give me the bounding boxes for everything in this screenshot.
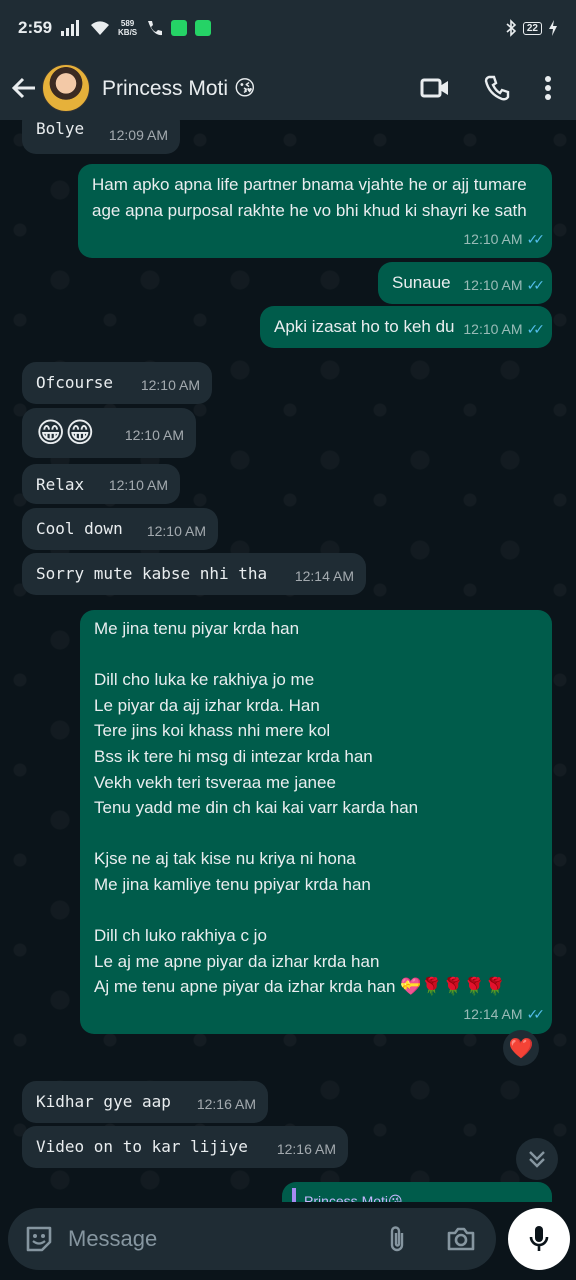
message-text: Ham apko apna life partner bnama vjahte …	[92, 175, 527, 220]
status-bar: 2:59 589 KB/S 22	[0, 0, 576, 56]
message-outgoing-reply[interactable]: Princess Moti😘	[282, 1182, 552, 1202]
contact-name-text: Princess Moti	[102, 76, 229, 100]
camera-icon[interactable]	[446, 1226, 476, 1252]
message-incoming[interactable]: Relax 12:10 AM	[22, 464, 180, 504]
wifi-icon	[91, 21, 110, 35]
message-text: Video on to kar lijiye	[36, 1137, 248, 1156]
message-time: 12:10 AM	[124, 427, 184, 443]
message-time: 12:10 AM ✓✓	[463, 316, 546, 342]
microphone-icon	[529, 1226, 549, 1251]
message-outgoing[interactable]: Sunaue 12:10 AM ✓✓	[378, 262, 552, 304]
video-call-icon[interactable]	[420, 77, 450, 99]
message-incoming[interactable]: Ofcourse 12:10 AM	[22, 362, 212, 404]
attach-icon[interactable]	[386, 1224, 408, 1254]
message-time: 12:09 AM	[108, 127, 168, 143]
message-input[interactable]	[68, 1226, 368, 1252]
back-button[interactable]	[10, 68, 38, 108]
double-chevron-down-icon	[529, 1151, 545, 1168]
message-time: 12:14 AM ✓✓	[463, 1002, 546, 1028]
message-text: Apki izasat ho to keh du	[274, 317, 455, 336]
read-ticks-icon: ✓✓	[526, 321, 546, 337]
message-time: 12:10 AM ✓✓	[463, 272, 546, 298]
scroll-to-bottom-button[interactable]	[516, 1138, 558, 1180]
quoted-reply: Princess Moti😘	[292, 1188, 542, 1202]
message-incoming[interactable]: Video on to kar lijiye 12:16 AM	[22, 1126, 348, 1168]
message-text: Me jina tenu piyar krda han Dill cho luk…	[94, 619, 507, 997]
back-arrow-icon	[11, 77, 35, 99]
charging-icon	[549, 20, 557, 36]
whatsapp-notification-icon	[171, 20, 188, 36]
message-emoji: 😁😁	[36, 417, 95, 448]
message-time: 12:16 AM	[196, 1096, 256, 1112]
voice-message-button[interactable]	[508, 1208, 570, 1270]
message-input-box[interactable]	[8, 1208, 496, 1270]
message-time: 12:16 AM	[276, 1141, 336, 1157]
message-time: 12:14 AM	[294, 568, 354, 584]
bluetooth-icon	[506, 19, 517, 37]
voice-call-icon[interactable]	[484, 75, 510, 101]
message-incoming[interactable]: 😁😁 12:10 AM	[22, 408, 196, 458]
heart-reaction[interactable]: ❤️	[503, 1030, 539, 1066]
message-text: Sorry mute kabse nhi tha	[36, 564, 268, 583]
voip-icon	[148, 21, 163, 36]
app-notification-icon	[195, 20, 212, 36]
message-text: Cool down	[36, 519, 123, 538]
signal-icon	[61, 20, 80, 36]
message-time: 12:10 AM	[108, 477, 168, 493]
message-incoming[interactable]: Kidhar gye aap 12:16 AM	[22, 1081, 268, 1123]
message-incoming[interactable]: Cool down 12:10 AM	[22, 508, 218, 550]
message-text: Relax	[36, 475, 85, 494]
read-ticks-icon: ✓✓	[526, 231, 546, 247]
more-options-icon[interactable]	[544, 75, 552, 101]
contact-emoji: 😘	[233, 76, 256, 100]
message-text: Kidhar gye aap	[36, 1092, 171, 1111]
message-text: Bolye	[36, 120, 85, 138]
read-ticks-icon: ✓✓	[526, 1006, 546, 1023]
message-time: 12:10 AM ✓✓	[463, 226, 546, 252]
message-text: Ofcourse	[36, 373, 114, 392]
read-ticks-icon: ✓✓	[526, 277, 546, 293]
clock: 2:59	[18, 18, 53, 37]
battery-level: 22	[522, 21, 542, 35]
message-outgoing[interactable]: Me jina tenu piyar krda han Dill cho luk…	[80, 610, 552, 1034]
chat-area[interactable]: Bolye 12:09 AM Ham apko apna life partne…	[0, 120, 576, 1202]
message-outgoing[interactable]: Apki izasat ho to keh du 12:10 AM ✓✓	[260, 306, 552, 348]
message-time: 12:10 AM	[140, 377, 200, 393]
message-time: 12:10 AM	[146, 523, 206, 539]
message-text: Sunaue	[392, 273, 451, 292]
sticker-icon[interactable]	[24, 1224, 54, 1254]
chat-header: Princess Moti 😘	[0, 56, 576, 120]
message-incoming[interactable]: Bolye 12:09 AM	[22, 120, 180, 154]
contact-name[interactable]: Princess Moti 😘	[102, 76, 256, 101]
message-outgoing[interactable]: Ham apko apna life partner bnama vjahte …	[78, 164, 552, 258]
quoted-reply-author: Princess Moti😘	[304, 1193, 403, 1202]
network-speed: 589 KB/S	[118, 19, 138, 37]
contact-avatar[interactable]	[42, 64, 90, 112]
message-incoming[interactable]: Sorry mute kabse nhi tha 12:14 AM	[22, 553, 366, 595]
message-composer	[0, 1202, 576, 1280]
